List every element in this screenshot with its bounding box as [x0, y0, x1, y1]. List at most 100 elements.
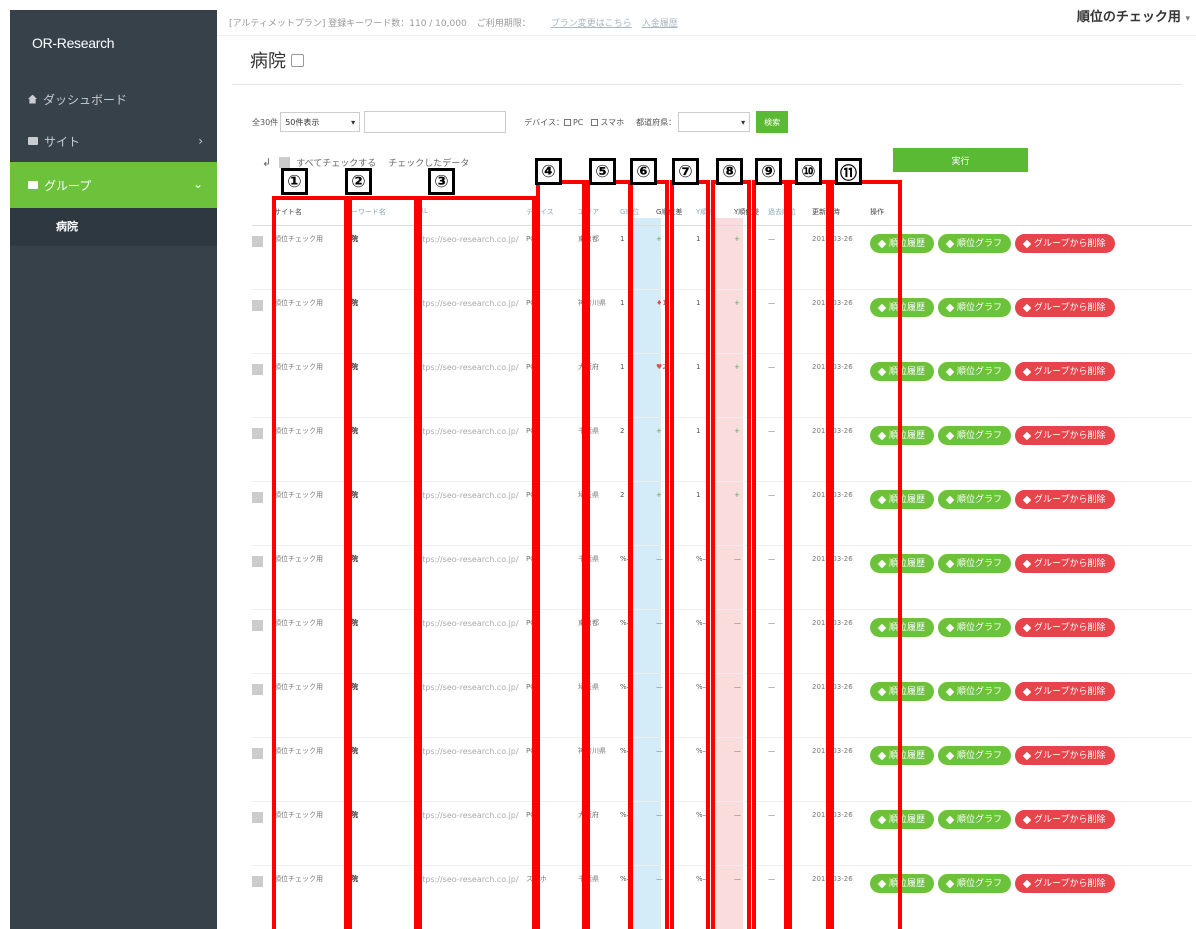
- pencil-icon: [1022, 879, 1032, 888]
- row-checkbox[interactable]: [252, 812, 263, 823]
- home-icon: [28, 94, 37, 104]
- plan-info: [アルティメットプラン] 登録キーワード数：110 / 10,000: [229, 19, 467, 29]
- remove-from-group-button[interactable]: グループから削除: [1015, 874, 1115, 893]
- annotation-number: ⑥: [630, 158, 657, 185]
- row-checkbox-cell: [252, 618, 274, 631]
- button-label: グループから削除: [1034, 686, 1106, 697]
- sidebar-item-group[interactable]: グループ ⌄: [10, 162, 217, 208]
- sidebar-subitem-hospital[interactable]: 病院: [10, 208, 217, 246]
- payment-history-link[interactable]: 入金履歴: [642, 16, 678, 29]
- user-name: 順位のチェック用: [1076, 10, 1181, 25]
- rank-graph-button[interactable]: 順位グラフ: [938, 426, 1012, 445]
- annotation-number: ⑪: [835, 158, 862, 185]
- pref-select[interactable]: ▾: [678, 112, 751, 132]
- button-label: 順位グラフ: [957, 814, 1003, 825]
- row-checkbox[interactable]: [252, 428, 263, 439]
- rank-graph-button[interactable]: 順位グラフ: [938, 362, 1012, 381]
- remove-from-group-button[interactable]: グループから削除: [1015, 682, 1115, 701]
- row-checkbox[interactable]: [252, 300, 263, 311]
- pencil-icon: [1022, 367, 1032, 376]
- row-checkbox-cell: [252, 746, 274, 759]
- rank-graph-button[interactable]: 順位グラフ: [938, 234, 1012, 253]
- remove-from-group-button[interactable]: グループから削除: [1015, 746, 1115, 765]
- row-actions: 順位履歴 順位グラフ グループから削除: [870, 362, 1170, 385]
- remove-from-group-button[interactable]: グループから削除: [1015, 298, 1115, 317]
- annotation-number: ⑧: [716, 158, 743, 185]
- user-menu[interactable]: 順位のチェック用 ▾: [1077, 6, 1190, 25]
- folder-icon: [28, 137, 38, 145]
- row-actions: 順位履歴 順位グラフ グループから削除: [870, 874, 1170, 897]
- row-checkbox[interactable]: [252, 236, 263, 247]
- remove-from-group-button[interactable]: グループから削除: [1015, 810, 1115, 829]
- row-actions: 順位履歴 順位グラフ グループから削除: [870, 810, 1170, 833]
- brand-logo[interactable]: OR-Research: [10, 10, 217, 78]
- rank-graph-button[interactable]: 順位グラフ: [938, 298, 1012, 317]
- button-label: グループから削除: [1034, 366, 1106, 377]
- button-label: グループから削除: [1034, 430, 1106, 441]
- row-checkbox[interactable]: [252, 876, 263, 887]
- annotation-number: ③: [428, 168, 455, 195]
- annotation-number: ②: [345, 168, 372, 195]
- rank-graph-button[interactable]: 順位グラフ: [938, 554, 1012, 573]
- keyword-search-input[interactable]: [364, 111, 507, 133]
- pencil-icon: [1022, 687, 1032, 696]
- pref-label: 都道府県：: [636, 117, 677, 127]
- caret-down-icon: ▾: [741, 117, 746, 127]
- checked-data-label: チェックしたデータ: [388, 158, 470, 169]
- pencil-icon: [945, 879, 955, 888]
- folder-icon: [28, 181, 38, 189]
- per-page-select[interactable]: 50件表示 ▾: [280, 112, 361, 132]
- edit-icon[interactable]: [291, 54, 304, 67]
- rank-graph-button[interactable]: 順位グラフ: [938, 810, 1012, 829]
- pencil-icon: [945, 687, 955, 696]
- row-actions: 順位履歴 順位グラフ グループから削除: [870, 682, 1170, 705]
- rank-graph-button[interactable]: 順位グラフ: [938, 490, 1012, 509]
- pencil-icon: [1022, 495, 1032, 504]
- sidebar: OR-Research ダッシュボード サイト › グループ ⌄ 病院: [10, 10, 217, 929]
- row-checkbox[interactable]: [252, 556, 263, 567]
- row-checkbox[interactable]: [252, 620, 263, 631]
- rank-graph-button[interactable]: 順位グラフ: [938, 746, 1012, 765]
- row-checkbox[interactable]: [252, 748, 263, 759]
- annotation-frame: [670, 180, 710, 929]
- annotation-number: ⑦: [672, 158, 699, 185]
- filter-bar: 全30件 50件表示 ▾ デバイス： PC スマホ 都道府県： ▾ 検索: [252, 111, 789, 133]
- annotation-number: ①: [281, 168, 308, 195]
- pencil-icon: [1022, 303, 1032, 312]
- check-all-checkbox[interactable]: [279, 156, 291, 168]
- annotation-frame: [536, 180, 586, 929]
- sp-checkbox[interactable]: [591, 118, 599, 126]
- row-actions: 順位履歴 順位グラフ グループから削除: [870, 746, 1170, 769]
- row-checkbox-cell: [252, 490, 274, 503]
- remove-from-group-button[interactable]: グループから削除: [1015, 362, 1115, 381]
- sidebar-item-dashboard[interactable]: ダッシュボード: [10, 78, 217, 120]
- button-label: グループから削除: [1034, 622, 1106, 633]
- row-checkbox-cell: [252, 682, 274, 695]
- sidebar-item-site[interactable]: サイト ›: [10, 120, 217, 162]
- annotation-number: ④: [535, 158, 562, 185]
- row-checkbox[interactable]: [252, 684, 263, 695]
- button-label: グループから削除: [1034, 878, 1106, 889]
- remove-from-group-button[interactable]: グループから削除: [1015, 234, 1115, 253]
- search-button[interactable]: 検索: [756, 111, 789, 133]
- execute-button[interactable]: 実行: [893, 148, 1028, 172]
- row-checkbox-cell: [252, 298, 274, 311]
- annotation-frame: [788, 180, 830, 929]
- annotation-number: ⑤: [589, 158, 616, 185]
- rank-graph-button[interactable]: 順位グラフ: [938, 682, 1012, 701]
- top-bar: [アルティメットプラン] 登録キーワード数：110 / 10,000 ご利用期限…: [217, 10, 1196, 36]
- plan-change-link[interactable]: プラン変更はこちら: [551, 16, 632, 29]
- rank-graph-button[interactable]: 順位グラフ: [938, 874, 1012, 893]
- remove-from-group-button[interactable]: グループから削除: [1015, 490, 1115, 509]
- annotation-frame: [348, 196, 418, 929]
- pc-checkbox[interactable]: [563, 118, 571, 126]
- row-checkbox[interactable]: [252, 364, 263, 375]
- row-checkbox[interactable]: [252, 492, 263, 503]
- pencil-icon: [1022, 559, 1032, 568]
- annotation-frame: [752, 180, 788, 929]
- remove-from-group-button[interactable]: グループから削除: [1015, 426, 1115, 445]
- row-checkbox-cell: [252, 810, 274, 823]
- remove-from-group-button[interactable]: グループから削除: [1015, 618, 1115, 637]
- rank-graph-button[interactable]: 順位グラフ: [938, 618, 1012, 637]
- remove-from-group-button[interactable]: グループから削除: [1015, 554, 1115, 573]
